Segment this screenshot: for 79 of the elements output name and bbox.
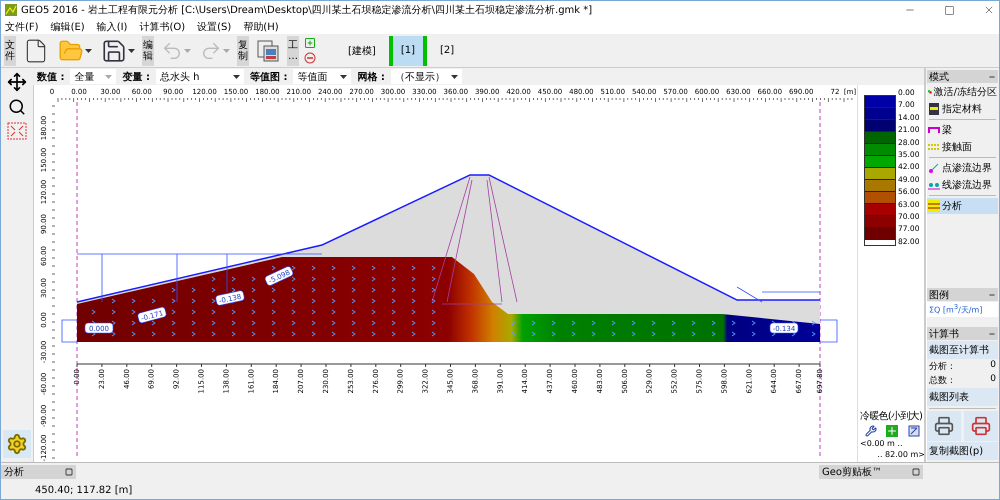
count-value: 0 <box>990 374 996 386</box>
screenshot-list-button[interactable]: 截图列表 <box>927 388 998 406</box>
zoom-icon[interactable] <box>8 98 26 116</box>
printer-icon <box>934 416 954 436</box>
panel-title: 图例 <box>929 288 949 302</box>
wrench-icon[interactable] <box>864 425 877 437</box>
caret-icon <box>223 48 230 52</box>
beam-icon <box>928 124 940 136</box>
caret-icon <box>232 74 240 78</box>
count-label: 总数 : <box>929 374 953 387</box>
menu-item[interactable]: 帮助(H) <box>243 20 279 34</box>
remove-icon[interactable] <box>304 52 316 64</box>
app-logo-icon <box>5 4 17 16</box>
stage-tab[interactable]: [1] <box>388 36 427 66</box>
panel-title: 模式 <box>929 70 949 84</box>
mode-item[interactable]: 指定材料 <box>927 101 998 117</box>
option-label: 变量 : <box>122 70 150 84</box>
mode-item[interactable]: 梁 <box>927 122 998 138</box>
flow-unit-label: ΣQ [m$^{3}$/天/m] <box>927 302 998 317</box>
min-range-label: <0.00 m .. <box>860 439 902 448</box>
menu-item[interactable]: 计算书(O) <box>139 20 186 34</box>
pictures-icon <box>256 38 280 62</box>
analysis-icon <box>928 200 940 212</box>
mode-item[interactable]: 接触面 <box>927 139 998 155</box>
stage-tab[interactable]: [建模] <box>340 36 384 66</box>
add-screenshot-button[interactable]: 截图至计算书 <box>927 341 998 359</box>
point-icon <box>928 162 940 174</box>
add-icon[interactable] <box>304 37 316 49</box>
toolbar-group-label: 复制 <box>237 36 249 66</box>
window-title: GEO5 2016 - 岩土工程有限元分析 [C:\Users\Dream\Desktop\四川某土石坝稳定渗流分析\四川某土石坝稳定渗流分析.gmk *] <box>21 4 594 17</box>
mode-item[interactable]: 线渗流边界 <box>927 177 998 193</box>
cursor-coordinates: 450.40; 117.82 [m] <box>35 484 132 496</box>
caret-icon <box>128 48 135 52</box>
close-icon[interactable] <box>983 4 995 16</box>
contact-icon <box>928 141 940 153</box>
maximize-icon[interactable] <box>944 4 955 16</box>
option-label: 网格 : <box>357 70 385 84</box>
menu-item[interactable]: 输入(I) <box>96 20 128 34</box>
caret-icon <box>184 48 191 52</box>
printer-icon <box>971 416 991 436</box>
count-label: 分析 : <box>929 360 953 373</box>
zoom-extents-icon[interactable] <box>7 122 27 140</box>
mode-item[interactable]: 点渗流边界 <box>927 160 998 176</box>
copy-screenshot-button[interactable]: 复制截图(p) <box>927 442 998 460</box>
add-icon[interactable] <box>886 425 898 437</box>
analysis-tab[interactable]: 分析 <box>1 465 76 479</box>
caret-icon <box>340 74 348 78</box>
count-value: 0 <box>990 360 996 372</box>
option-dropdown[interactable]: （不显示） <box>390 69 462 84</box>
panel-title: 计算书 <box>929 328 959 340</box>
clipboard-tab[interactable]: Geo剪贴板™ <box>819 465 923 479</box>
option-label: 等值图 : <box>250 70 288 84</box>
pan-icon[interactable] <box>7 72 27 92</box>
menu-item[interactable]: 文件(F) <box>5 20 39 34</box>
mode-item[interactable]: 分析 <box>927 198 998 214</box>
option-dropdown[interactable]: 总水头 h <box>156 69 244 84</box>
option-label: 数值 : <box>37 70 64 84</box>
mode-item[interactable]: 激活/冻结分区 <box>927 84 998 100</box>
menu-item[interactable]: 编辑(E) <box>50 20 85 34</box>
caret-icon <box>85 48 92 52</box>
edit-icon[interactable] <box>908 425 920 437</box>
toolbar-group-label: 编辑 <box>142 36 154 66</box>
material-icon <box>928 103 940 115</box>
caret-icon <box>450 74 458 78</box>
toolbar-group-label: 工… <box>287 36 299 66</box>
print-button[interactable] <box>927 411 961 441</box>
restore-icon <box>65 468 73 476</box>
folder-icon <box>58 38 84 64</box>
caret-icon <box>105 74 112 78</box>
option-dropdown[interactable]: 等值面 <box>293 69 352 84</box>
max-range-label: .. 82.00 m> <box>877 450 925 459</box>
toolbar-group-label: 文件 <box>4 36 16 66</box>
color-scheme-dropdown[interactable]: 冷暖色(小到大) <box>860 409 925 423</box>
print-button[interactable] <box>964 411 998 441</box>
menu-item[interactable]: 设置(S) <box>197 20 232 34</box>
option-dropdown[interactable]: 全量 <box>70 69 116 84</box>
restore-icon <box>912 468 920 476</box>
stage-tab[interactable]: [2] <box>432 36 462 66</box>
settings-icon[interactable] <box>3 430 31 458</box>
